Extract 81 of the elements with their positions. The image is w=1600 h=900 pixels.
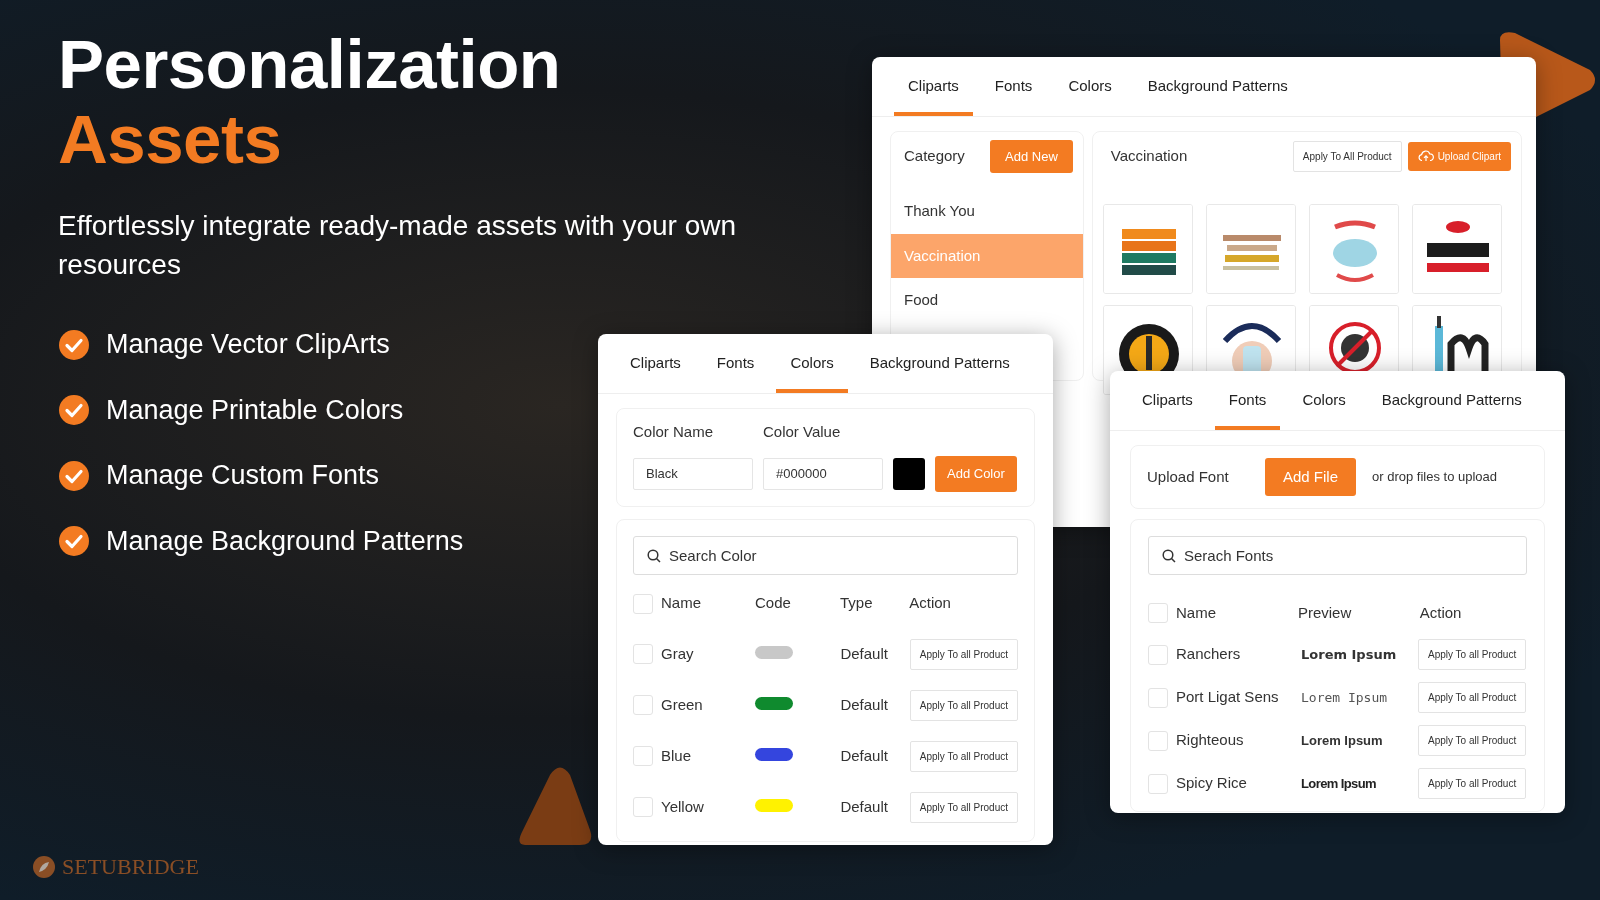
column-header: Name [1176, 602, 1217, 623]
apply-button[interactable]: Apply To all Product [909, 689, 1018, 721]
tab[interactable]: Colors [776, 334, 848, 393]
feature-text: Manage Printable Colors [106, 393, 404, 427]
headline: Personalization [58, 28, 562, 103]
table-cell-text: Gray [661, 643, 695, 664]
apply-button[interactable]: Apply To all Product [1418, 725, 1527, 756]
tab[interactable]: Fonts [980, 57, 1047, 116]
check-icon [58, 394, 90, 427]
checkbox[interactable] [1148, 730, 1168, 751]
column-header: Type [840, 593, 874, 614]
check-icon [58, 459, 90, 492]
tab[interactable]: Colors [1288, 371, 1360, 430]
tab[interactable]: Background Patterns [855, 334, 1024, 393]
color-swatch[interactable] [893, 457, 925, 490]
check-icon [58, 328, 90, 361]
apply-button[interactable]: Apply To all Product [1418, 768, 1527, 799]
field-label: Color Name [633, 421, 715, 442]
table-cell-text: Blue [661, 745, 693, 766]
tab[interactable]: Colors [1054, 57, 1126, 116]
apply-button[interactable]: Apply To all Product [1418, 639, 1527, 670]
tab[interactable]: Fonts [1214, 371, 1281, 430]
table-cell-text: Default [840, 745, 889, 766]
table-cell-text: Default [840, 643, 889, 664]
value-input[interactable]: #000000 [763, 457, 883, 490]
brand-name: SETUBRIDGE [62, 853, 199, 881]
tab[interactable]: Background Patterns [1367, 371, 1536, 430]
subtitle: Effortlessly integrate ready-made assets with your own resources [58, 209, 737, 282]
logo-icon [32, 854, 56, 879]
font-preview: Lorem Ipsum [1301, 688, 1389, 707]
font-preview: Lorem Ipsum [1301, 645, 1398, 664]
tab[interactable]: Fonts [702, 334, 769, 393]
checkbox[interactable] [633, 644, 653, 664]
upload-icon [1417, 150, 1434, 162]
checkbox[interactable] [1148, 603, 1168, 623]
feature-text: Manage Vector ClipArts [106, 328, 390, 362]
column-header: Action [909, 593, 952, 614]
field-label: Color Value [763, 421, 841, 442]
tab[interactable]: Background Patterns [1133, 57, 1302, 116]
checkbox[interactable] [1148, 644, 1168, 665]
font-preview: Lorem Ipsum [1301, 774, 1378, 793]
tab[interactable]: Cliparts [894, 57, 973, 116]
apply-button[interactable]: Apply To all Product [909, 638, 1018, 670]
checkbox[interactable] [1148, 773, 1168, 794]
feature-text: Manage Custom Fonts [106, 459, 380, 493]
checkbox[interactable] [633, 695, 653, 715]
category-label: Category [904, 146, 965, 166]
table-cell-text: Righteous [1176, 730, 1245, 751]
search-field[interactable]: Serach Fonts [1148, 536, 1527, 575]
table-cell-text: Default [840, 694, 889, 715]
checkbox[interactable] [633, 746, 653, 766]
table-cell-text: Default [840, 796, 889, 817]
column-header: Preview [1297, 602, 1353, 623]
checkbox[interactable] [633, 797, 653, 817]
tab[interactable]: Cliparts [1128, 371, 1207, 430]
category-item[interactable]: Thank You [891, 189, 1083, 234]
tab[interactable]: Cliparts [616, 334, 695, 393]
column-header: Code [754, 593, 792, 614]
apply-button[interactable]: Apply To All Product [1292, 140, 1402, 172]
apply-button[interactable]: Apply To all Product [1418, 682, 1527, 713]
upload-label: Upload Font [1147, 466, 1230, 487]
table-cell-text: Green [661, 694, 704, 715]
feature-text: Manage Background Patterns [106, 524, 464, 558]
column-header: Action [1419, 602, 1463, 623]
table-cell-text: Spicy Rice [1176, 773, 1248, 794]
drop-hint: or drop files to upload [1372, 468, 1498, 486]
column-header: Name [661, 593, 702, 614]
apply-button[interactable]: Apply To all Product [909, 740, 1018, 772]
font-preview: Lorem Ipsum [1301, 731, 1384, 750]
check-icon [58, 525, 90, 558]
checkbox[interactable] [633, 593, 653, 614]
category-item[interactable]: Food [891, 278, 1083, 323]
headline: Assets [58, 102, 283, 178]
checkbox[interactable] [1148, 687, 1168, 708]
apply-button[interactable]: Apply To all Product [909, 791, 1018, 823]
category-heading: Vaccination [1110, 145, 1188, 166]
table-cell-text: Ranchers [1176, 644, 1242, 665]
table-cell-text: Port Ligat Sens [1176, 687, 1280, 708]
table-cell-text: Yellow [661, 796, 705, 817]
name-input[interactable]: Black [633, 457, 753, 490]
search-field[interactable]: Search Color [633, 535, 1018, 575]
